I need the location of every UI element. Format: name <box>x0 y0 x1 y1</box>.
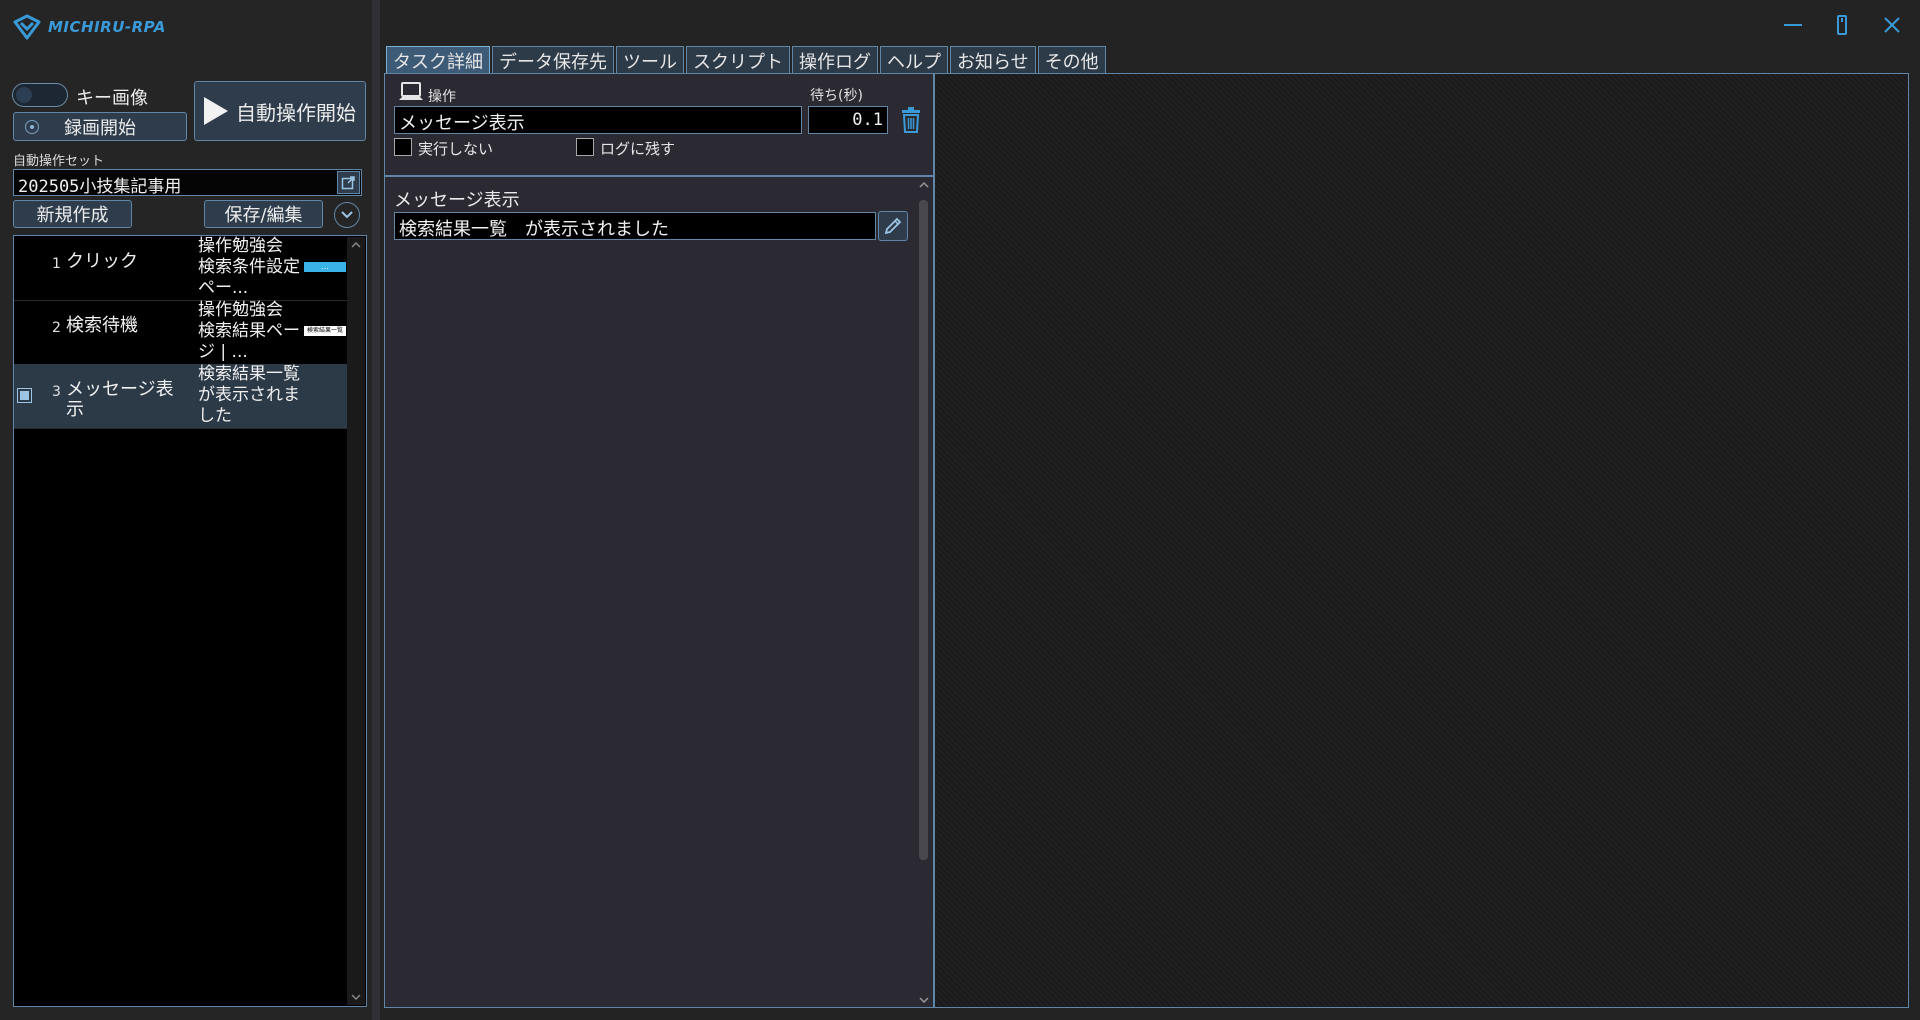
auto-start-label: 自動操作開始 <box>236 100 356 125</box>
task-thumbnail: … <box>304 262 346 272</box>
task-number: 1 <box>52 256 61 272</box>
tab-operation-log[interactable]: 操作ログ <box>792 46 878 74</box>
section-divider <box>385 175 933 177</box>
close-icon <box>1884 17 1900 33</box>
key-image-label: キー画像 <box>76 88 148 109</box>
external-link-icon <box>341 176 355 190</box>
tab-script[interactable]: スクリプト <box>686 46 790 74</box>
detail-scroll-thumb[interactable] <box>919 200 928 860</box>
no-run-label: 実行しない <box>418 140 494 158</box>
operation-set-label: 自動操作セット <box>13 154 105 169</box>
open-set-button[interactable] <box>337 171 360 194</box>
scroll-down-icon <box>919 997 929 1004</box>
operation-type-field[interactable]: メッセージ表示 <box>394 106 802 134</box>
more-options-button[interactable] <box>334 202 360 228</box>
task-list-scrollbar[interactable] <box>347 237 365 1005</box>
logo-text: MICHIRU-RPA <box>48 18 166 36</box>
task-row-selected[interactable]: 3 メッセージ表示 検索結果一覧 が表示されました <box>14 364 348 429</box>
tab-task-detail[interactable]: タスク詳細 <box>386 46 490 74</box>
scroll-up-icon <box>919 181 929 188</box>
tab-tools[interactable]: ツール <box>616 46 684 74</box>
auto-start-button[interactable]: 自動操作開始 <box>194 81 366 141</box>
record-button[interactable]: 録画開始 <box>13 112 187 141</box>
record-label: 録画開始 <box>64 117 136 139</box>
key-image-toggle[interactable] <box>12 83 68 107</box>
task-thumbnail: 検索結果一覧 <box>304 326 346 336</box>
task-description: 操作勉強会 検索結果ページ | ... <box>198 300 300 362</box>
task-number: 2 <box>52 320 61 336</box>
task-description: 操作勉強会 検索条件設定ペー... <box>198 236 300 298</box>
message-text-field[interactable]: 検索結果一覧 が表示されました <box>394 212 876 240</box>
new-set-button[interactable]: 新規作成 <box>13 200 132 228</box>
task-name: 検索待機 <box>66 315 138 336</box>
app-logo: MICHIRU-RPA <box>12 10 166 44</box>
chevron-down-icon <box>341 211 353 219</box>
operation-label: 操作 <box>428 89 456 105</box>
play-icon <box>204 97 228 125</box>
tab-other[interactable]: その他 <box>1037 46 1106 74</box>
task-name: メッセージ表示 <box>66 379 174 420</box>
keep-log-checkbox[interactable] <box>576 138 594 156</box>
tab-help[interactable]: ヘルプ <box>880 46 948 74</box>
tab-data-destination[interactable]: データ保存先 <box>492 46 614 74</box>
preview-area <box>934 73 1909 1008</box>
wait-seconds-input[interactable]: 0.1 <box>808 106 888 134</box>
message-section-title: メッセージ表示 <box>394 190 520 211</box>
minimize-icon <box>1784 24 1802 26</box>
trash-icon[interactable] <box>900 106 922 134</box>
no-run-checkbox[interactable] <box>394 138 412 156</box>
minimize-button[interactable] <box>1775 10 1811 40</box>
close-button[interactable] <box>1874 10 1910 40</box>
task-name: クリック <box>66 251 138 272</box>
task-list[interactable]: 1 クリック 操作勉強会 検索条件設定ペー... … 2 検索待機 操作勉強会 … <box>13 235 367 1007</box>
operation-set-input[interactable]: 202505小技集記事用 <box>13 169 362 197</box>
task-number: 3 <box>52 384 61 400</box>
tab-notices[interactable]: お知らせ <box>950 46 1036 74</box>
task-description: 検索結果一覧 が表示されました <box>198 364 300 426</box>
record-icon <box>25 120 39 134</box>
edit-message-button[interactable] <box>878 211 908 241</box>
task-row[interactable]: 2 検索待機 操作勉強会 検索結果ページ | ... 検索結果一覧 <box>14 300 348 365</box>
task-row[interactable]: 1 クリック 操作勉強会 検索条件設定ペー... … <box>14 236 348 301</box>
pencil-icon <box>884 217 902 235</box>
wait-seconds-label: 待ち(秒) <box>810 88 863 104</box>
restore-icon <box>1837 15 1847 35</box>
scroll-up-icon <box>351 241 361 248</box>
task-selected-icon <box>17 388 32 403</box>
keep-log-label: ログに残す <box>600 140 676 158</box>
scroll-down-icon <box>351 994 361 1001</box>
panel-divider[interactable] <box>372 0 380 1020</box>
restore-button[interactable] <box>1824 10 1860 40</box>
laptop-icon <box>399 82 423 100</box>
logo-icon <box>13 14 41 40</box>
save-edit-button[interactable]: 保存/編集 <box>204 200 323 228</box>
main-tabs: タスク詳細 データ保存先 ツール スクリプト 操作ログ ヘルプ お知らせ その他 <box>386 46 1106 74</box>
